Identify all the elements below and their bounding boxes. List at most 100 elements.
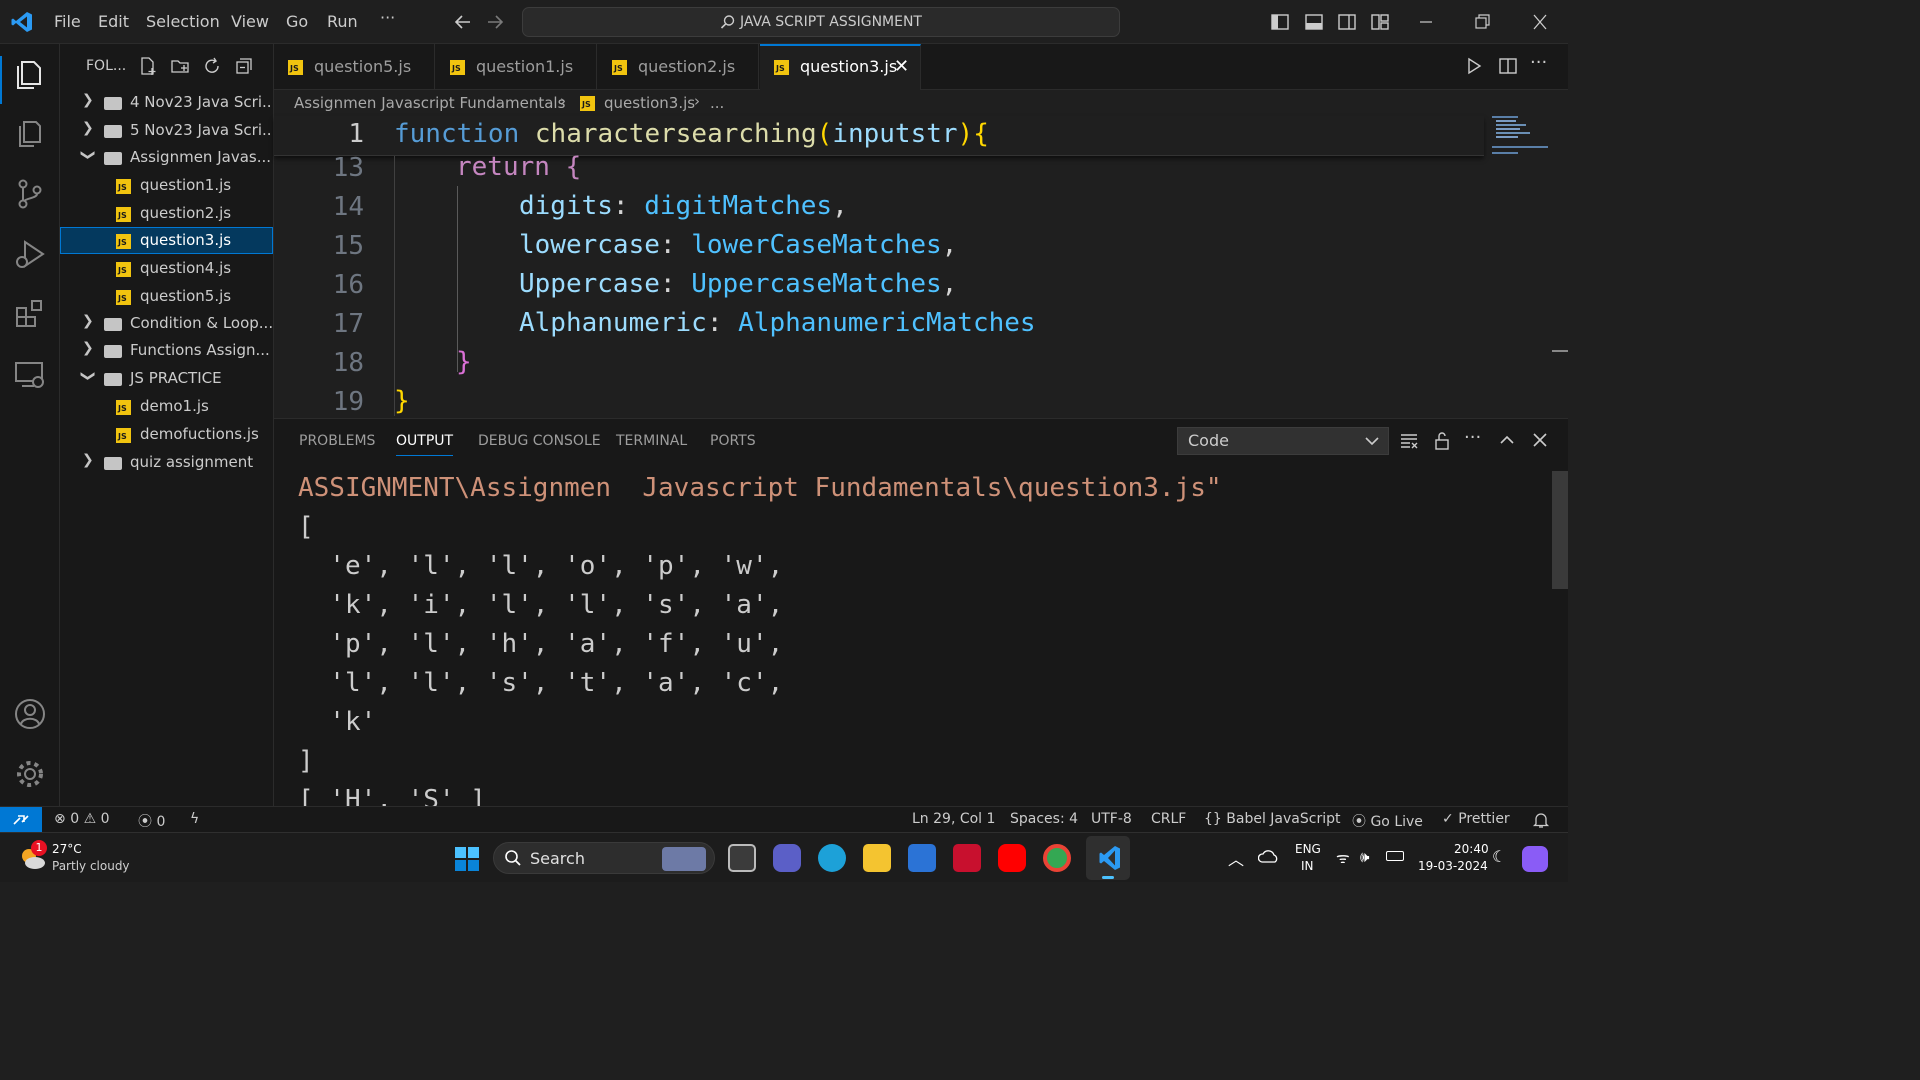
tab-question5[interactable]: JS question5.js xyxy=(274,44,435,90)
microsoft-store-icon[interactable] xyxy=(908,844,936,872)
breadcrumb-file[interactable]: question3.js xyxy=(604,94,695,112)
minimize-icon[interactable] xyxy=(1418,12,1434,32)
panel-tab-output[interactable]: OUTPUT xyxy=(396,433,454,456)
language-indicator-bottom[interactable]: IN xyxy=(1301,859,1314,873)
edge-icon[interactable] xyxy=(818,844,846,872)
tab-question2[interactable]: JS question2.js xyxy=(598,44,759,90)
search-view-icon[interactable] xyxy=(12,116,48,152)
output-scrollbar-thumb[interactable] xyxy=(1552,471,1568,589)
notifications-bell-icon[interactable] xyxy=(1532,811,1550,829)
menu-go[interactable]: Go xyxy=(286,12,308,31)
tree-file-question4[interactable]: JS question4.js xyxy=(60,256,273,282)
file-explorer-icon[interactable] xyxy=(863,844,891,872)
collapse-all-icon[interactable] xyxy=(234,56,254,76)
panel-tab-ports[interactable]: PORTS xyxy=(710,433,756,449)
ports-indicator[interactable]: ⦿ 0 xyxy=(138,811,165,831)
refresh-icon[interactable] xyxy=(202,56,222,76)
panel-tab-problems[interactable]: PROBLEMS xyxy=(299,433,375,449)
vscode-taskbar-button[interactable] xyxy=(1086,836,1130,880)
close-tab-icon[interactable]: ✕ xyxy=(894,56,909,77)
tab-question1[interactable]: JS question1.js xyxy=(436,44,597,90)
battery-icon[interactable] xyxy=(1386,851,1404,861)
menu-file[interactable]: File xyxy=(54,12,81,31)
lock-scroll-icon[interactable] xyxy=(1432,431,1452,451)
source-control-icon[interactable] xyxy=(12,176,48,212)
remote-explorer-icon[interactable] xyxy=(12,356,48,392)
show-hidden-icons[interactable]: ︿ xyxy=(1228,846,1244,870)
indentation[interactable]: Spaces: 4 xyxy=(1010,811,1078,827)
lightning-icon[interactable]: ϟ xyxy=(190,811,199,827)
extensions-icon[interactable] xyxy=(12,296,48,332)
close-panel-icon[interactable] xyxy=(1531,431,1549,449)
tree-file-demofuctions[interactable]: JS demofuctions.js xyxy=(60,422,273,448)
windows-start-icon[interactable] xyxy=(454,846,480,872)
breadcrumb-folder[interactable]: Assignmen Javascript Fundamentals xyxy=(294,94,565,112)
settings-gear-icon[interactable] xyxy=(12,756,48,792)
onedrive-icon[interactable] xyxy=(1258,847,1280,865)
remote-indicator[interactable] xyxy=(0,807,42,833)
copilot-icon[interactable] xyxy=(1522,846,1548,872)
tree-file-question5[interactable]: JS question5.js xyxy=(60,284,273,310)
output-view[interactable]: --------- ASSIGNMENT\Assignmen Javascrip… xyxy=(298,467,1538,807)
language-mode[interactable]: {} Babel JavaScript xyxy=(1204,811,1340,827)
output-channel-select[interactable]: Code xyxy=(1177,427,1389,455)
panel-tab-debug-console[interactable]: DEBUG CONSOLE xyxy=(478,433,601,449)
problems-indicator[interactable]: ⊗ 0 ⚠ 0 xyxy=(54,811,110,827)
taskbar-search-box[interactable]: Search xyxy=(493,842,715,874)
menu-more[interactable]: ··· xyxy=(380,8,395,27)
cursor-position[interactable]: Ln 29, Col 1 xyxy=(912,811,995,827)
tree-folder-js-practice[interactable]: ❯ JS PRACTICE xyxy=(60,366,273,392)
menu-view[interactable]: View xyxy=(231,12,269,31)
back-arrow-icon[interactable] xyxy=(453,12,473,32)
toggle-secondary-sidebar-icon[interactable] xyxy=(1337,12,1357,32)
restore-icon[interactable] xyxy=(1474,12,1490,32)
chrome-icon[interactable] xyxy=(1043,844,1071,872)
tree-folder-condition-loop[interactable]: ❯ Condition & Loop... xyxy=(60,311,273,337)
accounts-icon[interactable] xyxy=(12,696,48,732)
run-code-icon[interactable] xyxy=(1464,56,1484,76)
new-file-icon[interactable] xyxy=(138,56,158,76)
split-editor-icon[interactable] xyxy=(1498,56,1518,76)
mcafee-icon[interactable] xyxy=(953,844,981,872)
language-indicator-top[interactable]: ENG xyxy=(1295,842,1321,856)
more-actions-icon[interactable]: ··· xyxy=(1530,52,1547,73)
breadcrumb-more[interactable]: ... xyxy=(710,94,724,112)
explorer-icon[interactable] xyxy=(12,56,48,92)
youtube-icon[interactable] xyxy=(998,844,1026,872)
close-window-icon[interactable] xyxy=(1532,12,1548,32)
panel-tab-terminal[interactable]: TERMINAL xyxy=(616,433,687,449)
prettier-button[interactable]: ✓ Prettier xyxy=(1442,811,1510,827)
minimap[interactable] xyxy=(1490,116,1550,160)
teams-icon[interactable] xyxy=(773,844,801,872)
volume-icon[interactable]: 🕪 xyxy=(1360,848,1369,866)
end-of-line[interactable]: CRLF xyxy=(1151,811,1186,827)
menu-run[interactable]: Run xyxy=(327,12,358,31)
task-view-icon[interactable] xyxy=(728,844,756,872)
tree-folder-assignmen[interactable]: ❯ Assignmen Javas... xyxy=(60,145,273,171)
forward-arrow-icon[interactable] xyxy=(485,12,505,32)
clock-date[interactable]: 19-03-2024 xyxy=(1418,859,1488,873)
tree-file-question3[interactable]: JS question3.js xyxy=(60,227,273,254)
menu-edit[interactable]: Edit xyxy=(98,12,129,31)
focus-assist-icon[interactable]: ☾ xyxy=(1492,847,1506,866)
run-debug-icon[interactable] xyxy=(12,236,48,272)
tree-file-demo1[interactable]: JS demo1.js xyxy=(60,394,273,420)
go-live-button[interactable]: ⦿ Go Live xyxy=(1352,811,1423,831)
menu-selection[interactable]: Selection xyxy=(146,12,220,31)
tree-file-question1[interactable]: JS question1.js xyxy=(60,173,273,199)
code-editor[interactable]: 1 function charactersearching(inputstr){… xyxy=(274,116,1568,418)
tree-folder-4-nov23[interactable]: ❯ 4 Nov23 Java Scri... xyxy=(60,90,273,116)
clear-output-icon[interactable] xyxy=(1399,431,1419,451)
maximize-panel-icon[interactable] xyxy=(1498,431,1516,449)
panel-more-icon[interactable]: ··· xyxy=(1464,427,1481,448)
tree-folder-functions[interactable]: ❯ Functions Assign... xyxy=(60,338,273,364)
tree-folder-quiz[interactable]: ❯ quiz assignment xyxy=(60,450,273,476)
tree-folder-5-nov23[interactable]: ❯ 5 Nov23 Java Scri... xyxy=(60,118,273,144)
tab-question3[interactable]: JS question3.js ✕ xyxy=(760,44,921,90)
toggle-panel-icon[interactable] xyxy=(1304,12,1324,32)
customize-layout-icon[interactable] xyxy=(1370,12,1390,32)
new-folder-icon[interactable] xyxy=(170,56,190,76)
command-center-search[interactable]: JAVA SCRIPT ASSIGNMENT xyxy=(522,7,1120,37)
wifi-icon[interactable]: ᯤ xyxy=(1336,848,1350,868)
clock-time[interactable]: 20:40 xyxy=(1454,842,1489,856)
